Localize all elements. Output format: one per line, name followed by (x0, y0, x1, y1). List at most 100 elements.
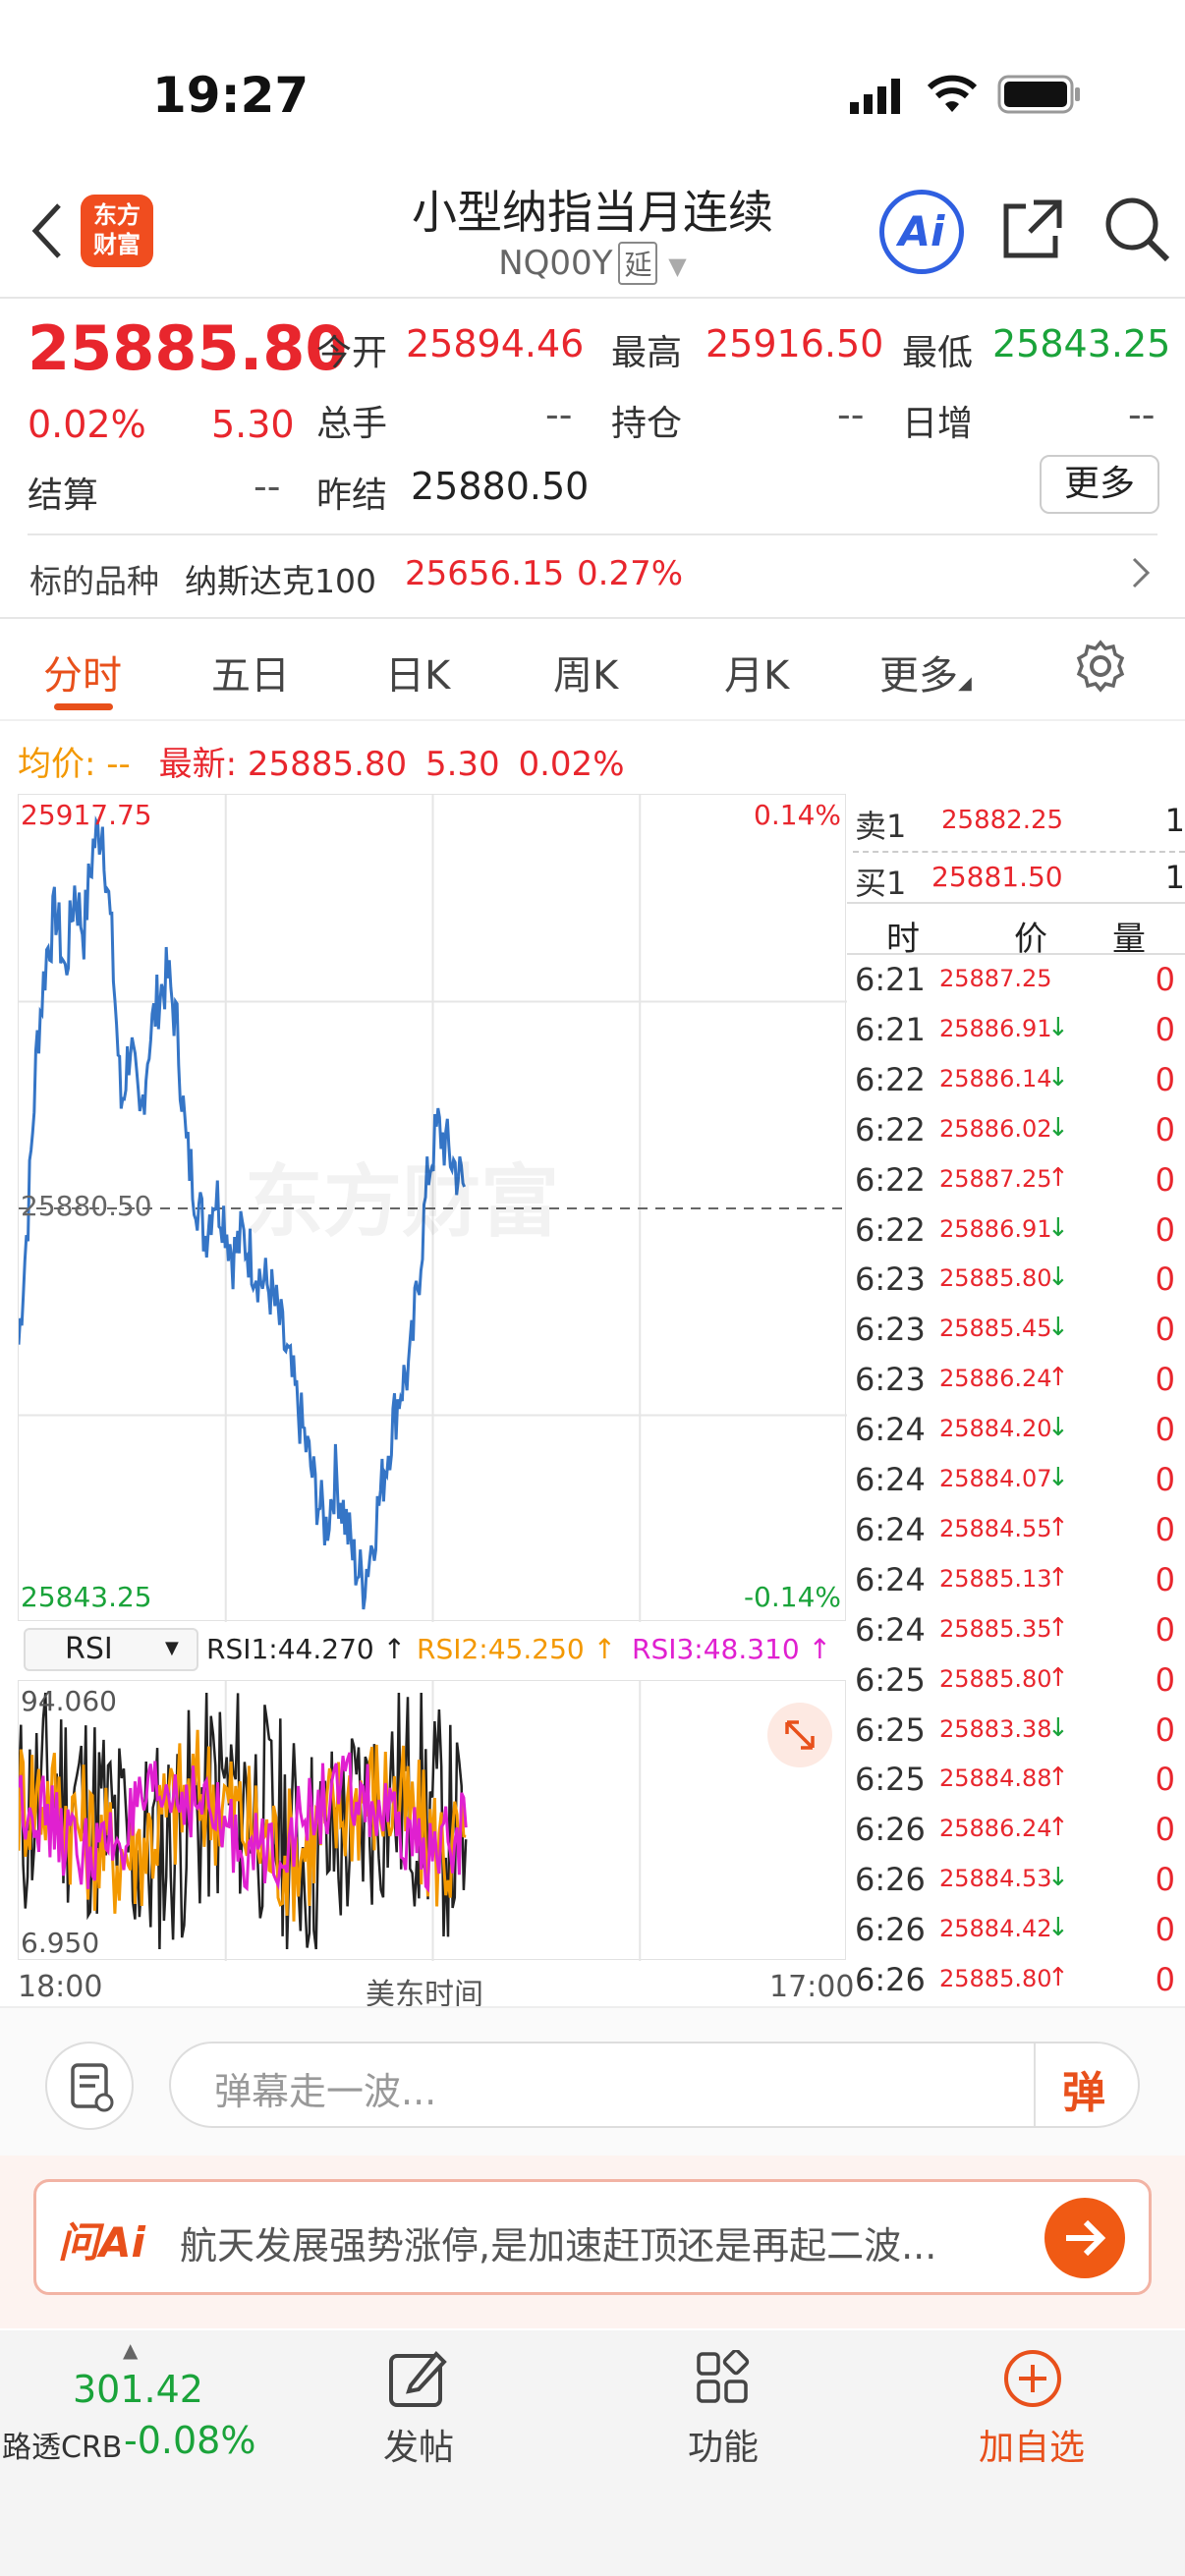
low-value: 25843.25 (992, 322, 1171, 365)
search-icon[interactable] (1102, 195, 1171, 267)
tab-five-day[interactable]: 五日 (211, 644, 290, 700)
prev-settle-value: 25880.50 (411, 465, 590, 508)
tick-price: 25885.35 (939, 1614, 1052, 1643)
tick-price: 25885.13 (939, 1564, 1052, 1593)
settle-value: -- (254, 465, 281, 508)
open-label: 今开 (316, 333, 388, 373)
mid-price-label: 25880.50 (21, 1190, 152, 1222)
arrow-up-icon: ↑ (1047, 1763, 1069, 1793)
tick-row: 6:24 25884.20 ↓ 0 (853, 1411, 1185, 1461)
tick-time: 6:24 (855, 1560, 926, 1598)
bid-price: 25881.50 (931, 861, 1063, 893)
danmu-input[interactable]: 弹幕走一波... 弹 (169, 2042, 1140, 2128)
tick-volume: 0 (1155, 1610, 1175, 1649)
rsi-selector[interactable]: RSI ▼ (24, 1628, 198, 1671)
tick-volume: 0 (1155, 1861, 1175, 1899)
tab-intraday[interactable]: 分时 (43, 644, 122, 700)
tick-price: 25884.88 (939, 1764, 1052, 1793)
index-value[interactable]: 301.42 (73, 2368, 203, 2411)
tick-row: 6:24 25885.35 ↑ 0 (853, 1611, 1185, 1661)
tick-volume: 0 (1155, 1260, 1175, 1299)
arrow-down-icon: ↓ (1047, 1413, 1069, 1443)
ask-row: 卖1 25882.25 1 (853, 794, 1185, 845)
underlying-label: 标的品种 (29, 562, 159, 600)
tick-time: 6:26 (855, 1811, 926, 1849)
add-circle-icon[interactable] (1002, 2348, 1063, 2413)
tick-price: 25883.38 (939, 1714, 1052, 1743)
tab-monthly-k[interactable]: 月K (724, 644, 789, 700)
high-value: 25916.50 (705, 322, 884, 365)
tick-volume: 0 (1155, 1660, 1175, 1699)
rsi-selector-label: RSI (65, 1632, 113, 1666)
post-button[interactable]: 发帖 (320, 2419, 517, 2470)
settings-icon[interactable] (1073, 639, 1128, 698)
tick-price: 25887.25 (939, 1164, 1052, 1193)
tick-volume: 0 (1155, 1710, 1175, 1749)
share-icon[interactable] (1000, 196, 1065, 265)
tick-volume: 0 (1155, 1560, 1175, 1598)
tick-price: 25886.24 (939, 1365, 1052, 1393)
tick-time: 6:22 (855, 1210, 926, 1249)
tick-volume: 0 (1155, 1361, 1175, 1399)
tick-time: 6:26 (855, 1861, 926, 1899)
rsi-bottom-label: 6.950 (21, 1927, 100, 1959)
tick-price: 25884.53 (939, 1865, 1052, 1893)
more-quote-button[interactable]: 更多 (1040, 455, 1159, 514)
tick-row: 6:21 25887.25 0 (853, 961, 1185, 1011)
tick-row: 6:22 25887.25 ↑ 0 (853, 1161, 1185, 1211)
arrow-up-icon: ↑ (1047, 1363, 1069, 1393)
underlying-name: 纳斯达克100 (185, 562, 376, 600)
daily-inc-value: -- (1128, 393, 1156, 436)
tab-daily-k[interactable]: 日K (385, 644, 450, 700)
grid-icon[interactable] (695, 2348, 752, 2411)
tick-price: 25886.24 (939, 1815, 1052, 1843)
underlying-row[interactable]: 标的品种 纳斯达克100 25656.15 0.27% (0, 545, 1185, 602)
last-price: 25885.80 (28, 312, 348, 384)
tick-price: 25886.02 (939, 1114, 1052, 1143)
volume-label: 总手 (316, 404, 388, 444)
tick-price: 25886.91 (939, 1014, 1052, 1042)
tick-time: 6:25 (855, 1660, 926, 1699)
contract-code-text: NQ00Y (498, 244, 613, 283)
tick-time: 6:24 (855, 1411, 926, 1449)
avg-value: -- (106, 745, 131, 784)
tick-row: 6:25 25883.38 ↓ 0 (853, 1711, 1185, 1762)
latest-change: 5.30 (424, 745, 500, 784)
add-favorite-button[interactable]: 加自选 (933, 2419, 1130, 2470)
open-value: 25894.46 (406, 322, 585, 365)
rsi1-label: RSI1:44.270 ↑ (206, 1633, 407, 1665)
tick-volume: 0 (1155, 1210, 1175, 1249)
high-label: 最高 (611, 333, 683, 373)
prev-settle-label: 昨结 (316, 476, 388, 516)
rsi2-label: RSI2:45.250 ↑ (417, 1633, 617, 1665)
bid-label: 买1 (855, 865, 907, 902)
edit-icon[interactable] (387, 2348, 448, 2413)
ask-ai-bar[interactable]: 问Ai 航天发展强势涨停,是加速赶顶还是再起二波... (33, 2179, 1152, 2295)
arrow-right-icon[interactable] (1044, 2198, 1125, 2278)
tick-row: 6:26 25886.24 ↑ 0 (853, 1811, 1185, 1861)
rsi-chart[interactable]: 94.060 6.950 (18, 1680, 846, 1961)
price-chart[interactable]: 东方财富 25917.75 0.14% 25880.50 25843.25 -0… (18, 794, 847, 1622)
tick-time: 6:22 (855, 1160, 926, 1199)
tick-volume: 0 (1155, 1961, 1175, 1998)
top-price-label: 25917.75 (21, 799, 152, 831)
expand-icon[interactable] (767, 1703, 832, 1767)
danmu-list-icon[interactable] (45, 2042, 134, 2130)
tick-volume: 0 (1155, 1110, 1175, 1148)
ai-button[interactable]: Ai (879, 190, 964, 274)
tick-time: 6:23 (855, 1260, 926, 1299)
danmu-divider (1034, 2044, 1036, 2126)
tick-price: 25884.42 (939, 1915, 1052, 1943)
index-name[interactable]: 路透CRB (2, 2423, 122, 2466)
arrow-down-icon: ↓ (1047, 1463, 1069, 1492)
chevron-down-icon: ▼ (668, 252, 687, 280)
tab-more[interactable]: 更多◢ (879, 644, 972, 700)
tick-row: 6:23 25885.80 ↓ 0 (853, 1260, 1185, 1311)
danmu-send-button[interactable]: 弹 (1062, 2057, 1105, 2120)
tick-time: 6:24 (855, 1461, 926, 1498)
tab-weekly-k[interactable]: 周K (553, 644, 618, 700)
tick-row: 6:26 25884.42 ↓ 0 (853, 1911, 1185, 1961)
index-pct[interactable]: -0.08% (124, 2419, 255, 2462)
function-button[interactable]: 功能 (625, 2419, 821, 2470)
quote-divider (28, 533, 1157, 535)
